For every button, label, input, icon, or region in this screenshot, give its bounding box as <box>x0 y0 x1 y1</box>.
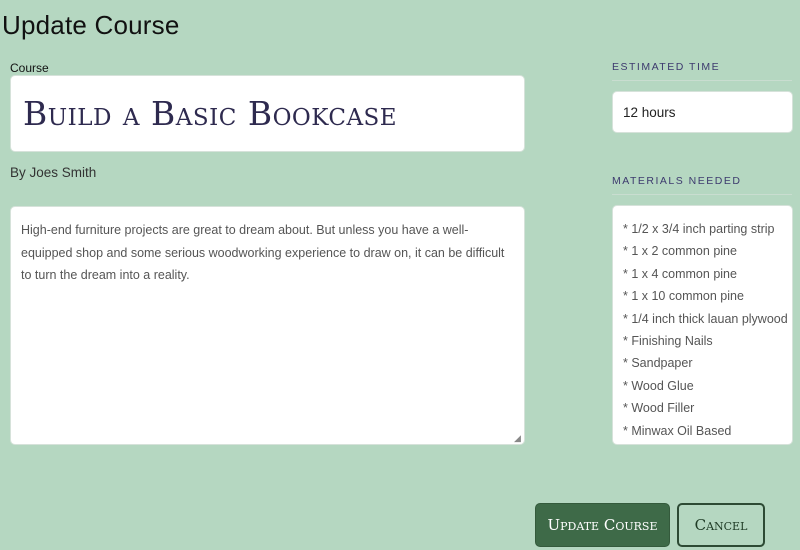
material-item: * 1 x 10 common pine <box>623 289 744 304</box>
material-item: * Wood Filler <box>623 401 695 416</box>
course-description-text: High-end furniture projects are great to… <box>21 223 505 282</box>
materials-list: * 1/2 x 3/4 inch parting strip * 1 x 2 c… <box>623 218 788 442</box>
estimated-time-heading: ESTIMATED TIME <box>612 61 792 81</box>
update-course-page: Update Course Course Build a Basic Bookc… <box>0 0 800 550</box>
course-description-textarea[interactable]: High-end furniture projects are great to… <box>10 206 525 445</box>
estimated-time-input[interactable]: 12 hours <box>612 91 793 133</box>
material-item: * Wood Glue <box>623 378 694 393</box>
materials-needed-textarea[interactable]: * 1/2 x 3/4 inch parting strip * 1 x 2 c… <box>612 205 793 445</box>
resize-handle-icon[interactable]: ◢ <box>514 434 522 443</box>
material-item: * 1 x 4 common pine <box>623 266 737 281</box>
page-title: Update Course <box>2 10 180 40</box>
material-item: * 1/2 x 3/4 inch parting strip <box>623 222 775 236</box>
course-title-input[interactable]: Build a Basic Bookcase <box>10 75 525 152</box>
cancel-button[interactable]: Cancel <box>677 503 765 547</box>
material-item: * Sandpaper <box>623 356 693 371</box>
materials-needed-heading: MATERIALS NEEDED <box>612 175 792 195</box>
material-item: * 1/4 inch thick lauan plywood <box>623 311 788 326</box>
course-label: Course <box>10 61 49 75</box>
update-course-button[interactable]: Update Course <box>535 503 670 547</box>
material-item: * Finishing Nails <box>623 334 713 349</box>
material-item: * Minwax Oil Based <box>623 423 732 438</box>
material-item: * 1 x 2 common pine <box>623 244 737 259</box>
course-author: By Joes Smith <box>10 165 97 180</box>
